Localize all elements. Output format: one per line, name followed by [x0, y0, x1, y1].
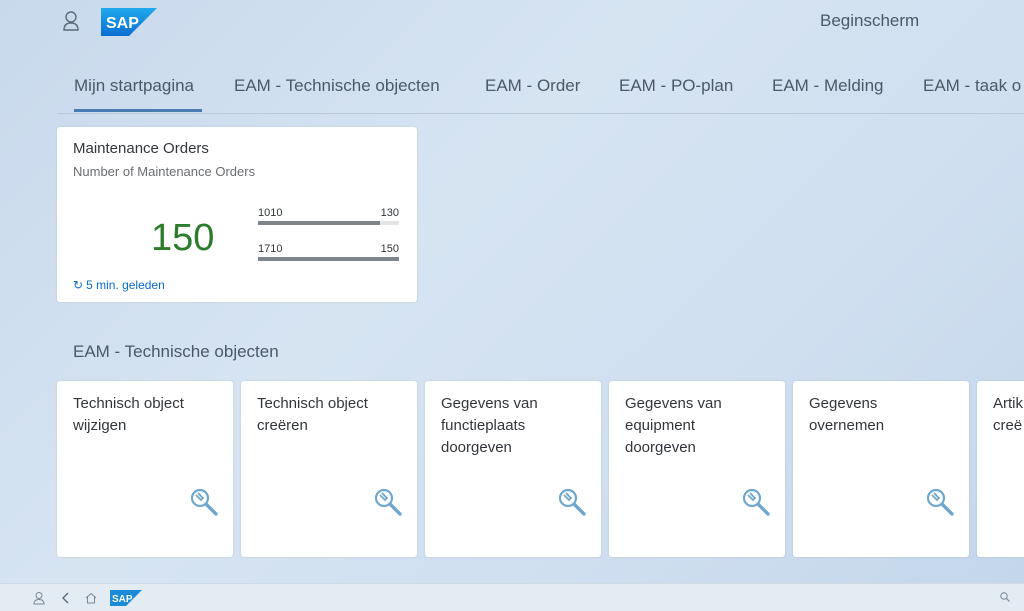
kpi-bar-value: 150 [380, 243, 399, 255]
kpi-tile-maintenance-orders[interactable]: Maintenance Orders Number of Maintenance… [57, 127, 417, 302]
wrench-magnifier-icon [190, 488, 218, 516]
wrench-magnifier-icon [926, 488, 954, 516]
refresh-icon: ↻ [73, 278, 84, 292]
wrench-magnifier-icon [742, 488, 770, 516]
tile-technisch-object-wijzigen[interactable]: Technisch object wijzigen [57, 381, 233, 557]
group-title: EAM - Technische objecten [73, 342, 279, 361]
sap-logo-small[interactable]: SAP [110, 590, 142, 606]
kpi-bar-fill [258, 257, 399, 261]
tile-gegevens-equipment[interactable]: Gegevens van equipment doorgeven [609, 381, 785, 557]
tile-gegevens-overnemen[interactable]: Gegevens overnemen [793, 381, 969, 557]
user-icon[interactable] [33, 591, 45, 605]
kpi-bar-row: 1710 150 [258, 243, 399, 279]
tile-technisch-object-creeren[interactable]: Technisch object creëren [241, 381, 417, 557]
user-icon[interactable] [62, 10, 80, 32]
kpi-bar-value: 130 [380, 207, 399, 219]
kpi-refresh-text: 5 min. geleden [86, 278, 165, 292]
kpi-value: 150 [151, 217, 215, 259]
kpi-bar-track [258, 257, 399, 261]
back-icon[interactable] [60, 591, 72, 605]
kpi-bar-label: 1010 [258, 207, 283, 219]
tab-eam-technische-objecten[interactable]: EAM - Technische objecten [234, 76, 440, 96]
tab-eam-order[interactable]: EAM - Order [485, 76, 580, 96]
wrench-magnifier-icon [374, 488, 402, 516]
tile-title: Gegevens overnemen [809, 395, 885, 434]
kpi-bar-row: 1010 130 [258, 207, 399, 243]
bottom-shell-bar: SAP [0, 583, 1024, 611]
home-icon[interactable] [85, 591, 97, 605]
kpi-bar-label: 1710 [258, 243, 283, 255]
tile-title: Gegevens van functieplaats doorgeven [441, 395, 538, 456]
shell-header: SAP Beginscherm [0, 0, 1024, 44]
sap-logo-text: SAP [106, 15, 139, 32]
tab-bar: Mijn startpagina EAM - Technische object… [58, 64, 1024, 114]
kpi-subtitle: Number of Maintenance Orders [73, 164, 256, 179]
kpi-bar-chart: 1010 130 1710 150 [258, 207, 399, 279]
active-tab-indicator [74, 109, 202, 112]
tile-gegevens-functieplaats[interactable]: Gegevens van functieplaats doorgeven [425, 381, 601, 557]
kpi-refresh-info: ↻ 5 min. geleden [73, 278, 165, 292]
tile-title: Gegevens van equipment doorgeven [625, 395, 722, 456]
search-icon[interactable] [999, 591, 1011, 603]
tab-eam-po-plan[interactable]: EAM - PO-plan [619, 76, 733, 96]
sap-logo-small-text: SAP [112, 594, 133, 605]
kpi-bar-fill [258, 221, 381, 225]
kpi-title: Maintenance Orders [73, 140, 209, 157]
sap-logo[interactable]: SAP [101, 8, 157, 36]
tile-artikel-creeren[interactable]: Artik creë [977, 381, 1024, 557]
tab-eam-melding[interactable]: EAM - Melding [772, 76, 883, 96]
tab-mijn-startpagina[interactable]: Mijn startpagina [74, 76, 194, 96]
tab-eam-taak[interactable]: EAM - taak o [923, 76, 1021, 96]
tile-title: Technisch object creëren [257, 395, 368, 434]
tile-title: Technisch object wijzigen [73, 395, 184, 434]
wrench-magnifier-icon [558, 488, 586, 516]
tile-title: Artik creë [993, 395, 1023, 434]
kpi-bar-track [258, 221, 399, 225]
page-title: Beginscherm [820, 11, 920, 30]
